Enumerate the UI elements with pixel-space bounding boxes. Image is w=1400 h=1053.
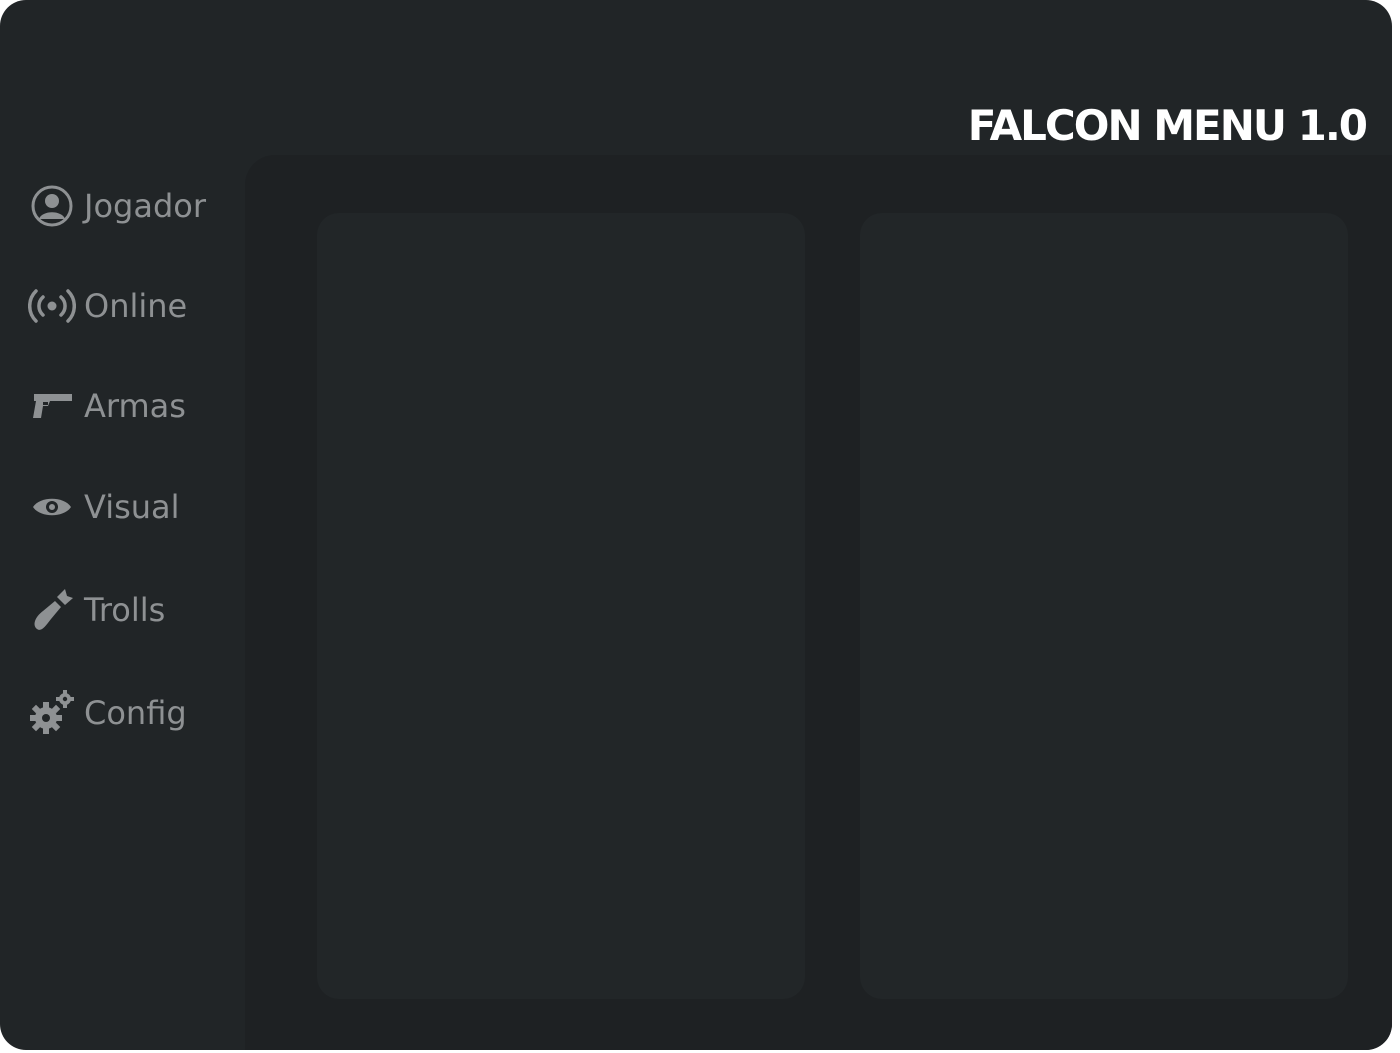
eye-icon (28, 483, 76, 531)
sidebar-item-label: Jogador (84, 187, 206, 225)
sidebar-item-label: Armas (84, 387, 186, 425)
sidebar-item-label: Config (84, 694, 187, 732)
pistol-icon (28, 382, 76, 430)
sidebar-item-online[interactable]: Online (28, 281, 187, 331)
sidebar: Jogador Online Armas Visual Trolls Confi… (0, 0, 245, 1050)
sidebar-item-label: Visual (84, 488, 180, 526)
sidebar-item-jogador[interactable]: Jogador (28, 181, 206, 231)
sidebar-item-visual[interactable]: Visual (28, 482, 180, 532)
sidebar-item-trolls[interactable]: Trolls (28, 585, 165, 635)
app-title: FALCON MENU 1.0 (967, 101, 1368, 150)
user-circle-icon (28, 182, 76, 230)
menu-window: FALCON MENU 1.0 Jogador Online Armas Vis… (0, 0, 1392, 1050)
content-area (245, 155, 1392, 1050)
right-panel (860, 213, 1348, 999)
sidebar-item-label: Online (84, 287, 188, 325)
left-panel (317, 213, 805, 999)
sidebar-item-config[interactable]: Config (28, 688, 187, 738)
sidebar-item-label: Trolls (84, 591, 166, 629)
broadcast-icon (28, 282, 76, 330)
bomb-icon (28, 586, 76, 634)
sidebar-item-armas[interactable]: Armas (28, 381, 186, 431)
gears-icon (28, 689, 76, 737)
